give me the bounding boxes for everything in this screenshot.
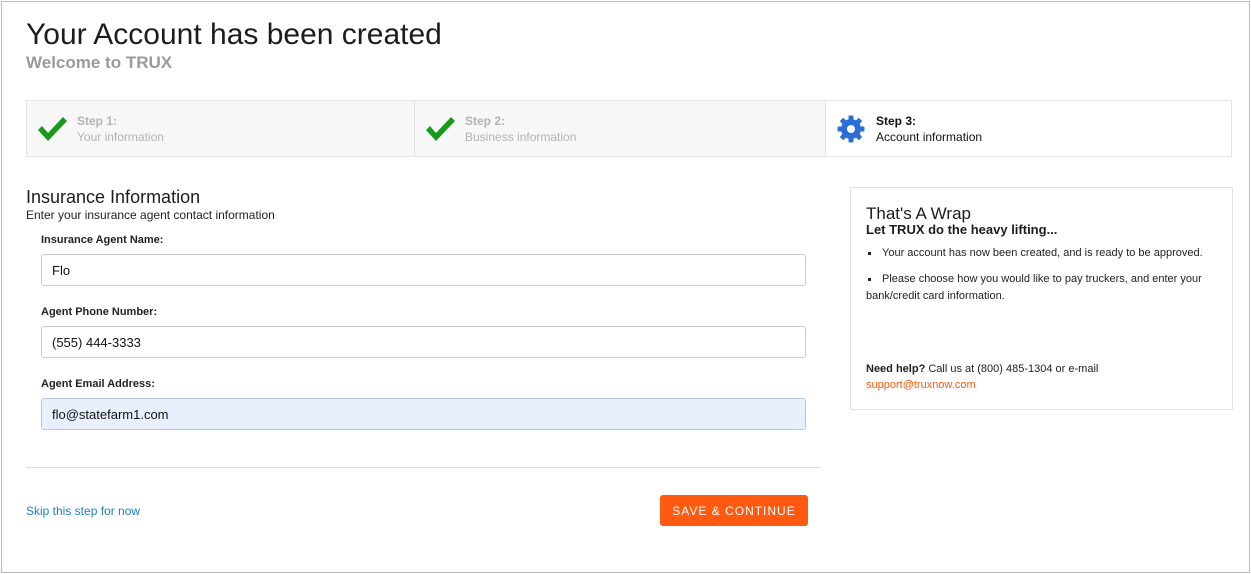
step-3: Step 3: Account information (826, 101, 1231, 156)
agent-phone-label: Agent Phone Number: (41, 306, 158, 318)
step-2: Step 2: Business information (415, 101, 826, 156)
gear-icon (834, 112, 868, 146)
info-title: That's A Wrap (866, 204, 971, 223)
step-1: Step 1: Your information (27, 101, 415, 156)
progress-steps: Step 1: Your information Step 2: Busines… (26, 100, 1232, 157)
skip-step-link[interactable]: Skip this step for now (26, 504, 140, 518)
page-frame: Your Account has been created Welcome to… (1, 1, 1250, 573)
section-title: Insurance Information (26, 187, 201, 207)
help-label: Need help? (866, 363, 926, 375)
step-3-number: Step 3: (876, 113, 917, 128)
page-title: Your Account has been created (26, 18, 442, 51)
info-list: Your account has now been created, and i… (866, 245, 1216, 314)
checkmark-icon (35, 112, 69, 146)
info-subtitle: Let TRUX do the heavy lifting... (866, 222, 1058, 237)
checkmark-icon (423, 112, 457, 146)
save-continue-button[interactable]: SAVE & CONTINUE (660, 495, 808, 526)
list-item: Your account has now been created, and i… (866, 245, 1216, 262)
agent-phone-input[interactable] (41, 326, 806, 358)
step-1-number: Step 1: (77, 113, 118, 128)
agent-name-input[interactable] (41, 254, 806, 286)
step-2-label: Business information (465, 129, 577, 144)
help-phone-text: Call us at (800) 485-1304 or e-mail (928, 363, 1099, 375)
agent-name-label: Insurance Agent Name: (41, 234, 164, 246)
list-item: Please choose how you would like to pay … (866, 271, 1216, 305)
page-subtitle: Welcome to TRUX (26, 53, 173, 72)
agent-email-label: Agent Email Address: (41, 378, 155, 390)
step-1-label: Your information (77, 129, 164, 144)
help-text: Need help? Call us at (800) 485-1304 or … (866, 361, 1216, 393)
step-3-label: Account information (876, 129, 983, 144)
support-email-link[interactable]: support@truxnow.com (866, 377, 1216, 393)
section-subtitle: Enter your insurance agent contact infor… (26, 208, 275, 222)
step-2-number: Step 2: (465, 113, 506, 128)
agent-email-input[interactable] (41, 398, 806, 430)
info-panel: That's A Wrap Let TRUX do the heavy lift… (850, 187, 1233, 410)
form-divider (26, 467, 821, 468)
